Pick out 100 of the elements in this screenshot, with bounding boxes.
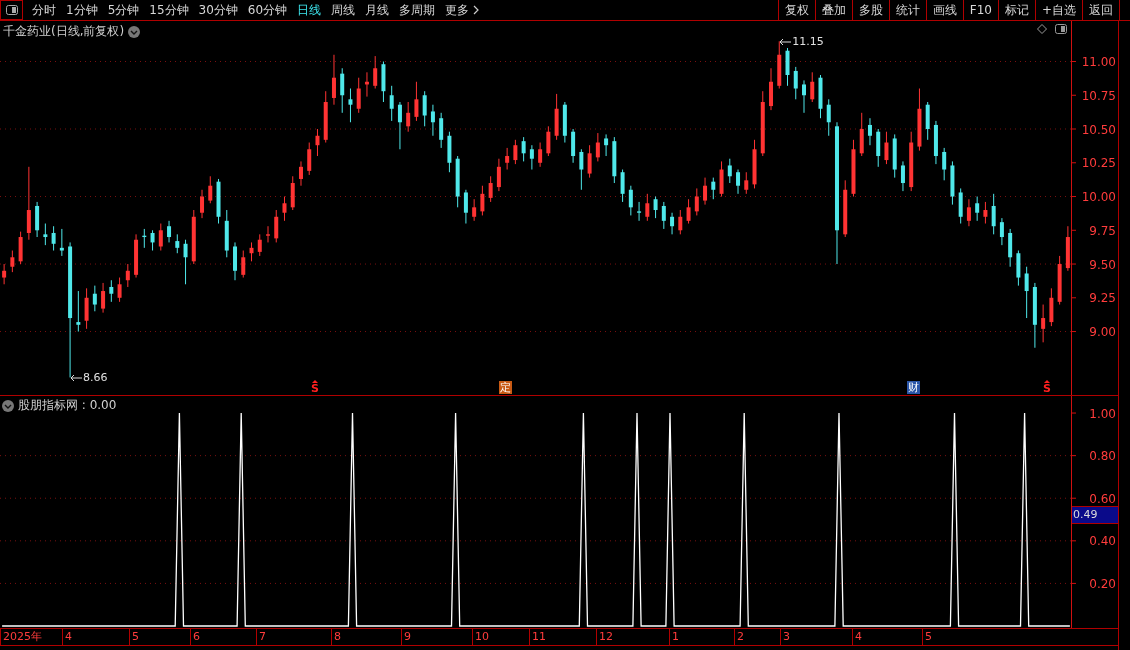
candlestick xyxy=(447,131,452,173)
candlestick xyxy=(266,225,270,243)
caret-icon xyxy=(312,380,318,383)
toolbar-button[interactable]: 返回 xyxy=(1082,0,1120,20)
axis-label: 9.00 xyxy=(1089,325,1116,340)
axis-label: 9.25 xyxy=(1089,291,1116,306)
candlestick xyxy=(59,228,64,257)
candlestick xyxy=(703,177,708,206)
timeframe-tab[interactable]: 月线 xyxy=(360,1,395,19)
candlestick xyxy=(35,201,40,238)
date-label: 5 xyxy=(129,629,139,645)
timeframe-tab[interactable]: 60分钟 xyxy=(242,1,293,19)
dropdown-icon[interactable] xyxy=(128,25,141,38)
arrow-icon xyxy=(779,37,792,46)
panel-toggle-icon[interactable] xyxy=(1055,24,1067,34)
date-label: 3 xyxy=(780,629,790,645)
candlestick xyxy=(208,175,213,204)
candlestick xyxy=(150,229,155,252)
axis-label: 9.50 xyxy=(1089,257,1116,272)
candlestick xyxy=(51,225,56,252)
candlestick xyxy=(900,160,905,192)
candlestick xyxy=(1024,266,1029,319)
candlestick xyxy=(158,223,163,252)
candlestick xyxy=(521,136,526,162)
candlestick xyxy=(18,231,23,265)
candlestick xyxy=(414,81,419,122)
candlestick xyxy=(587,144,592,179)
cursor-value-label: 0.49 xyxy=(1072,506,1118,524)
candlestick xyxy=(546,125,551,157)
axis-label: 0.60 xyxy=(1089,491,1116,506)
candlestick xyxy=(422,90,427,127)
candlestick xyxy=(1065,225,1070,272)
more-tab[interactable]: 更多 xyxy=(440,1,485,19)
candlestick xyxy=(711,177,716,200)
candlestick xyxy=(802,79,806,114)
timeframe-tab[interactable]: 5分钟 xyxy=(102,1,145,19)
price-marker: 11.15 xyxy=(779,35,824,49)
candlestick xyxy=(678,209,683,235)
axis-label: 10.25 xyxy=(1081,156,1116,171)
candlestick xyxy=(241,250,246,279)
candlestick xyxy=(364,71,369,98)
candlestick xyxy=(109,279,114,303)
candlestick xyxy=(216,178,221,225)
candlestick xyxy=(1032,282,1037,349)
candlestick xyxy=(950,160,955,206)
timeframe-tab[interactable]: 分时 xyxy=(27,1,61,19)
timeframe-tab[interactable]: 15分钟 xyxy=(144,1,194,19)
candlestick xyxy=(430,104,435,137)
candlestick xyxy=(183,239,188,285)
candlestick xyxy=(867,117,872,146)
panel-toggle-button[interactable] xyxy=(0,0,23,20)
date-label: 12 xyxy=(596,629,613,645)
candlestick xyxy=(257,233,262,257)
candlestick xyxy=(84,287,89,330)
candlestick xyxy=(538,142,543,168)
candlestick xyxy=(645,193,650,222)
candlestick xyxy=(496,158,501,192)
candlestick xyxy=(282,196,287,222)
timeframe-tab[interactable]: 1分钟 xyxy=(61,1,103,19)
candlestick xyxy=(620,169,625,203)
event-marker: 定 xyxy=(499,381,512,394)
candlestick xyxy=(1008,228,1013,268)
candlestick xyxy=(1041,304,1046,343)
candlestick xyxy=(125,263,130,288)
timeframe-tab[interactable]: 30分钟 xyxy=(193,1,243,19)
diamond-icon[interactable] xyxy=(1037,24,1047,34)
axis-label: 10.75 xyxy=(1081,88,1116,103)
candlestick xyxy=(975,196,980,222)
candlestick xyxy=(876,128,881,168)
candlestick xyxy=(604,133,609,157)
candlestick xyxy=(958,187,963,225)
candlestick xyxy=(571,128,576,164)
candlestick xyxy=(727,158,732,184)
candlestick xyxy=(381,61,386,103)
candlestick xyxy=(661,201,666,230)
candlestick xyxy=(554,93,559,141)
candlestick xyxy=(628,185,633,216)
dropdown-icon[interactable] xyxy=(2,399,14,412)
candlestick xyxy=(323,90,328,143)
candlestick xyxy=(752,139,757,189)
timeframe-tab[interactable]: 日线 xyxy=(292,1,327,19)
candlestick xyxy=(769,67,773,111)
date-label: 5 xyxy=(922,629,932,645)
candlestick xyxy=(439,112,444,149)
candlestick xyxy=(983,201,988,225)
candlestick xyxy=(810,71,815,103)
axis-label: 0.40 xyxy=(1089,534,1116,549)
candlestick xyxy=(892,133,897,179)
arrow-icon xyxy=(70,373,83,382)
event-marker: S xyxy=(1042,380,1052,394)
candlestick xyxy=(92,285,97,312)
candlestick xyxy=(818,74,823,119)
candlestick xyxy=(966,198,971,227)
candlestick xyxy=(917,88,922,152)
candlestick xyxy=(595,132,600,162)
candlestick xyxy=(1057,255,1062,306)
candlestick xyxy=(274,209,279,243)
timeframe-tab[interactable]: 多周期 xyxy=(394,1,441,19)
date-label: 8 xyxy=(331,629,341,645)
timeframe-tab[interactable]: 周线 xyxy=(326,1,361,19)
